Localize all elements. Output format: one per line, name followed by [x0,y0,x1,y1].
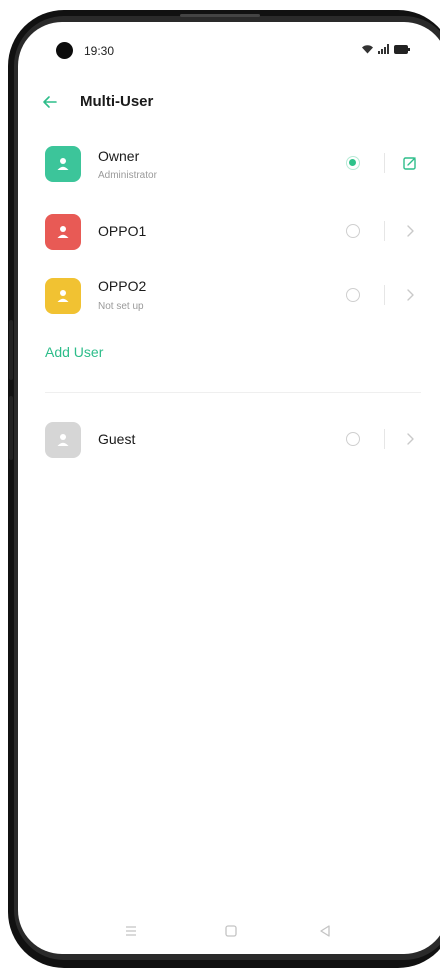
status-bar: 19:30 [18,22,440,82]
menu-icon[interactable] [122,922,140,940]
volume-up-button [9,320,13,380]
chevron-right-icon[interactable] [402,431,418,447]
user-name: OPPO1 [98,223,147,239]
avatar [45,146,81,182]
signal-icon [378,44,390,54]
battery-icon [394,44,410,54]
header: Multi-User [18,84,440,120]
earpiece [180,14,260,17]
row-divider [384,429,385,449]
edit-icon[interactable] [402,155,418,171]
user-row-guest[interactable]: Guest [18,410,440,468]
navigation-bar [18,912,440,952]
chevron-right-icon[interactable] [402,287,418,303]
page-title: Multi-User [80,93,154,110]
avatar [45,214,81,250]
user-row-oppo1[interactable]: OPPO1 [18,202,440,260]
back-triangle-icon[interactable] [316,922,334,940]
user-name: Owner [98,148,140,164]
user-icon [57,158,69,170]
device: 19:30 Multi-User Owner Administrator OPP… [0,0,440,974]
user-name: Guest [98,431,136,447]
status-icons [361,44,410,54]
user-icon [57,290,69,302]
screen: 19:30 Multi-User Owner Administrator OPP… [18,22,440,954]
user-name: OPPO2 [98,278,147,294]
user-subtitle: Not set up [98,301,144,312]
user-radio[interactable] [346,288,360,302]
home-icon[interactable] [222,922,240,940]
row-divider [384,285,385,305]
volume-down-button [9,396,13,460]
user-radio[interactable] [346,224,360,238]
user-radio-selected[interactable] [346,156,360,170]
user-row-oppo2[interactable]: OPPO2 Not set up [18,266,440,324]
chevron-right-icon[interactable] [402,223,418,239]
user-row-owner[interactable]: Owner Administrator [18,134,440,192]
front-camera [56,42,73,59]
section-divider [45,392,421,393]
status-time: 19:30 [84,44,115,58]
row-divider [384,221,385,241]
avatar [45,278,81,314]
user-icon [57,226,69,238]
wifi-icon [361,44,374,54]
user-icon [57,434,69,446]
add-user-link[interactable]: Add User [45,344,103,360]
row-divider [384,153,385,173]
avatar [45,422,81,458]
back-arrow-icon[interactable] [40,92,60,112]
user-radio[interactable] [346,432,360,446]
user-subtitle: Administrator [98,170,157,181]
